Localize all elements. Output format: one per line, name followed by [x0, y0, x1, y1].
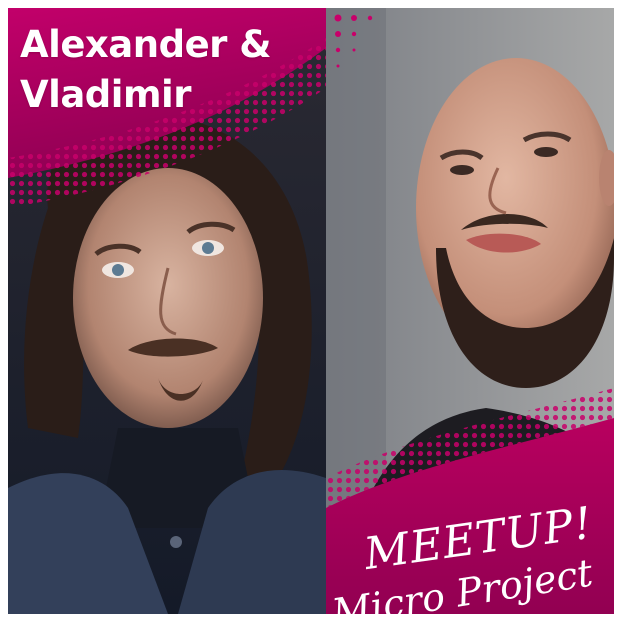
title-line-2: Vladimir	[20, 73, 191, 116]
poster: Alexander & Vladimir MEETUP! Micro Proje…	[8, 8, 614, 614]
poster-title: Alexander & Vladimir	[20, 20, 272, 120]
meetup-badge: MEETUP! Micro Project	[329, 497, 596, 614]
title-line-1: Alexander &	[20, 23, 272, 66]
